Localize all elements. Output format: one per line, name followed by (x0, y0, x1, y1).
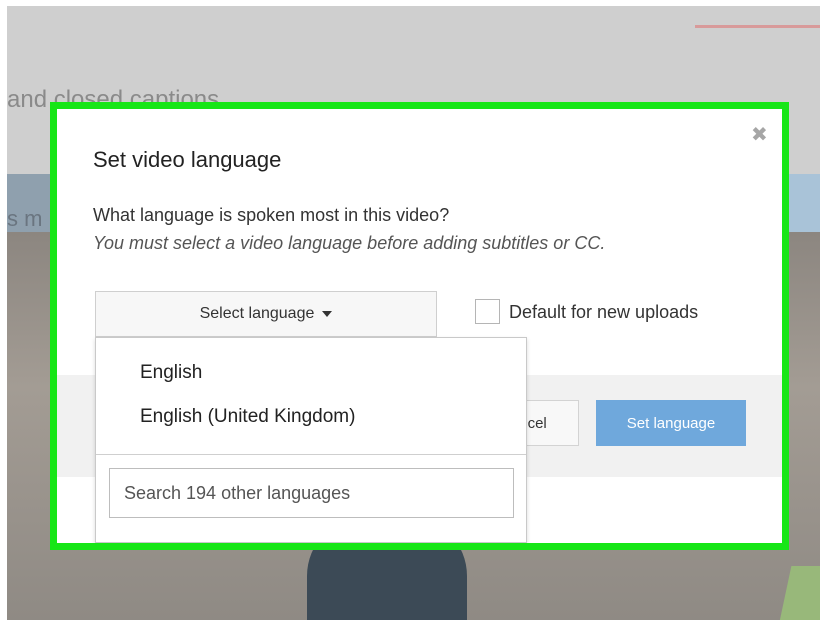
background-band-text: s m (7, 206, 43, 231)
background-progress-line (695, 25, 820, 28)
highlight-frame (50, 102, 789, 550)
background-blue-panel (787, 174, 820, 232)
